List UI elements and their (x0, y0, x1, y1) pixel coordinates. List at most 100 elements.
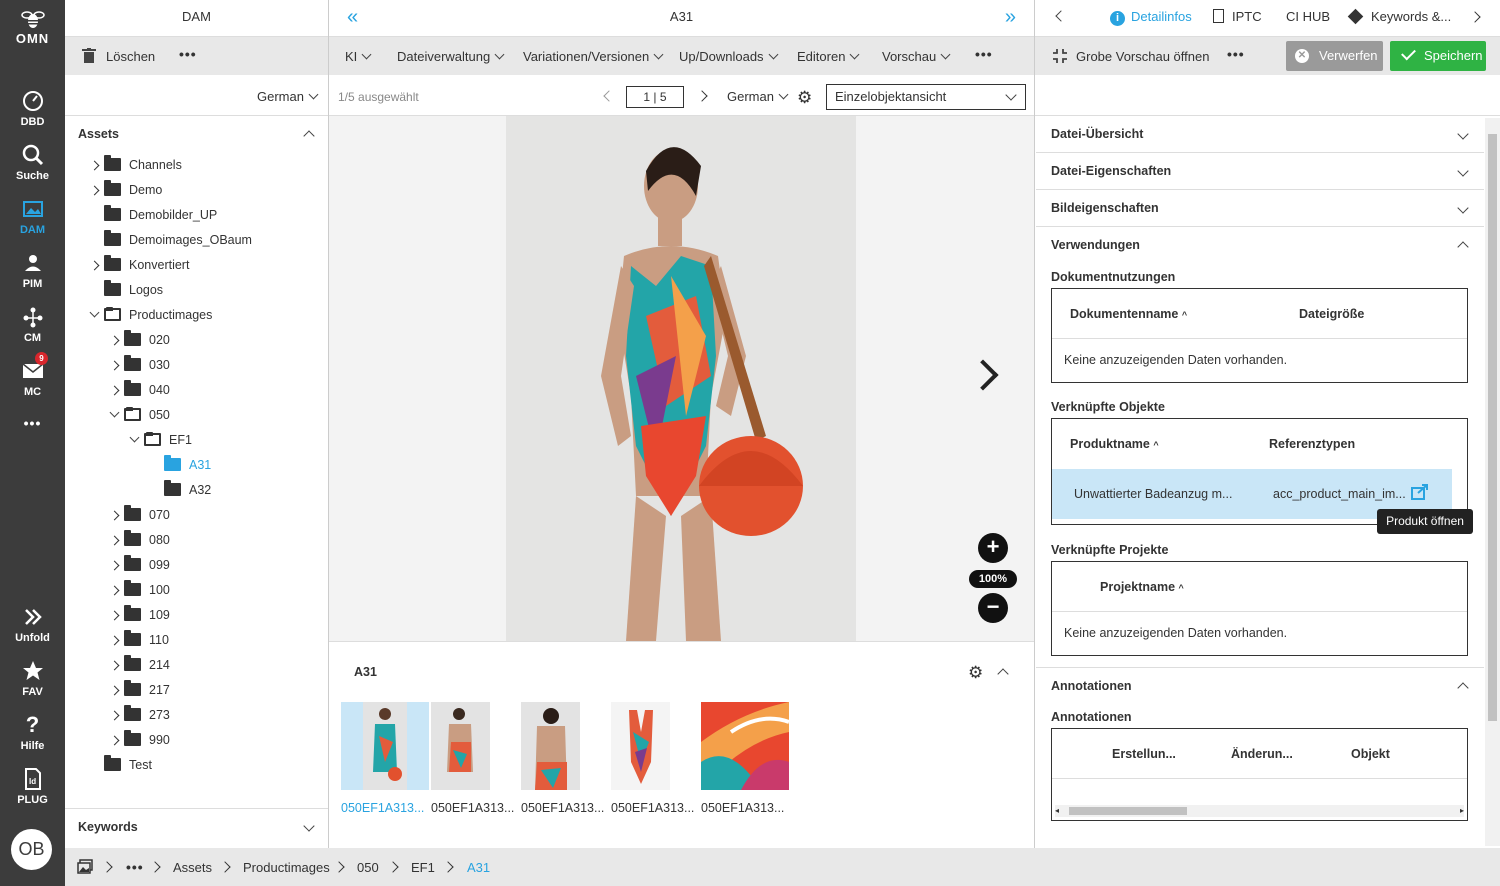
column-header-created[interactable]: Erstellun... (1112, 747, 1176, 761)
thumbnail-label[interactable]: 050EF1A313... (431, 801, 514, 815)
omn-logo[interactable]: OMN (0, 8, 65, 46)
column-header-reference-types[interactable]: Referenztypen (1269, 437, 1355, 451)
tree-item[interactable]: Demo (84, 179, 162, 201)
column-header-project-name[interactable]: Projektname ^ (1100, 580, 1184, 594)
collapse-left-icon[interactable]: « (347, 0, 358, 34)
chevron-down-icon[interactable] (84, 304, 104, 326)
avatar[interactable]: OB (11, 829, 52, 870)
tree-item[interactable]: Channels (84, 154, 182, 176)
chevron-right-icon[interactable] (104, 654, 124, 676)
tree-item[interactable]: 110 (104, 629, 169, 651)
open-preview-button[interactable]: Grobe Vorschau öffnen (1076, 49, 1209, 64)
product-image[interactable] (506, 116, 856, 641)
tree-item[interactable]: Logos (84, 279, 163, 301)
tree-item[interactable]: 214 (104, 654, 170, 676)
zoom-out-button[interactable]: − (978, 593, 1008, 623)
thumbnail[interactable] (341, 702, 429, 790)
thumbnail-label[interactable]: 050EF1A313... (341, 801, 424, 815)
chevron-right-icon[interactable] (104, 579, 124, 601)
breadcrumb-item[interactable]: Assets (173, 860, 212, 875)
more-icon[interactable]: ••• (975, 46, 993, 62)
tab-iptc[interactable]: IPTC (1213, 9, 1262, 24)
gallery-icon[interactable] (77, 859, 93, 877)
chevron-right-icon[interactable] (84, 254, 104, 276)
nav-item-dam[interactable]: DAM (0, 192, 65, 246)
chevron-right-icon[interactable] (104, 329, 124, 351)
chevron-right-icon[interactable] (104, 604, 124, 626)
more-icon[interactable]: ••• (126, 859, 144, 875)
scrollbar-thumb[interactable] (1488, 134, 1497, 721)
chevron-right-icon[interactable] (104, 379, 124, 401)
nav-item-dbd[interactable]: DBD (0, 84, 65, 138)
thumbnail-label[interactable]: 050EF1A313... (611, 801, 694, 815)
nav-more-button[interactable]: ••• (0, 412, 65, 466)
save-button[interactable]: Speichern (1390, 41, 1486, 71)
tree-item[interactable]: A32 (144, 479, 211, 501)
tree-item[interactable]: Konvertiert (84, 254, 189, 276)
tree-item[interactable]: Productimages (84, 304, 212, 326)
nav-item-unfold[interactable]: Unfold (0, 600, 65, 654)
expand-right-icon[interactable]: » (1005, 0, 1016, 34)
chevron-down-icon[interactable] (104, 404, 124, 426)
tree-item[interactable]: 273 (104, 704, 170, 726)
more-icon[interactable]: ••• (1227, 46, 1245, 62)
toolbar-menu-1[interactable]: Dateiverwaltung (397, 49, 505, 64)
gear-icon[interactable]: ⚙ (968, 663, 983, 683)
column-header-file-size[interactable]: Dateigröße (1299, 307, 1364, 321)
thumbnail[interactable] (521, 702, 609, 790)
tree-item[interactable]: EF1 (124, 429, 192, 451)
nav-item-fav[interactable]: FAV (0, 654, 65, 708)
tab-ci-hub[interactable]: CI HUB (1286, 9, 1330, 24)
toolbar-menu-4[interactable]: Editoren (797, 49, 860, 64)
section-file-properties[interactable]: Datei-Eigenschaften (1036, 153, 1484, 190)
chevron-right-icon[interactable] (104, 554, 124, 576)
tab-keywords[interactable]: Keywords &... (1347, 8, 1451, 25)
chevron-right-icon[interactable] (104, 504, 124, 526)
column-header-object[interactable]: Objekt (1351, 747, 1390, 761)
tree-item[interactable]: Test (84, 754, 152, 776)
page-indicator[interactable]: 1 | 5 (626, 86, 684, 108)
toolbar-menu-0[interactable]: KI (345, 49, 372, 64)
trash-icon[interactable] (82, 48, 96, 67)
tree-item[interactable]: 030 (104, 354, 170, 376)
tab-detailinfos[interactable]: i Detailinfos (1110, 9, 1192, 26)
tree-item[interactable]: 040 (104, 379, 170, 401)
next-image-icon[interactable] (967, 359, 999, 391)
chevron-right-icon[interactable] (104, 729, 124, 751)
nav-item-cm[interactable]: CM (0, 300, 65, 354)
scroll-left-icon[interactable]: ◂ (1055, 805, 1059, 817)
prev-page-icon[interactable] (603, 90, 615, 102)
tree-item[interactable]: Demobilder_UP (84, 204, 217, 226)
delete-button[interactable]: Löschen (106, 49, 155, 64)
chevron-right-icon[interactable] (104, 679, 124, 701)
column-header-product-name[interactable]: Produktname ^ (1070, 437, 1159, 451)
chevron-right-icon[interactable] (104, 629, 124, 651)
column-header-document-name[interactable]: Dokumentenname ^ (1070, 307, 1187, 321)
scrollbar-thumb[interactable] (1069, 807, 1187, 815)
open-product-icon[interactable] (1411, 484, 1429, 503)
section-file-overview[interactable]: Datei-Übersicht (1036, 116, 1484, 153)
breadcrumb-item[interactable]: 050 (357, 860, 379, 875)
nav-item-hilfe[interactable]: ? Hilfe (0, 708, 65, 762)
assets-header[interactable]: Assets (78, 127, 119, 141)
section-annotations[interactable]: Annotationen (1036, 668, 1484, 705)
more-icon[interactable]: ••• (179, 46, 197, 62)
tree-item[interactable]: A31 (144, 454, 211, 476)
view-mode-select[interactable]: Einzelobjektansicht (826, 84, 1026, 110)
tree-item[interactable]: 990 (104, 729, 170, 751)
chevron-up-icon[interactable] (997, 668, 1009, 680)
nav-item-suche[interactable]: Suche (0, 138, 65, 192)
tab-scroll-right-icon[interactable] (1469, 11, 1481, 23)
chevron-right-icon[interactable] (104, 704, 124, 726)
tree-item[interactable]: 070 (104, 504, 170, 526)
language-select[interactable]: German (257, 89, 319, 104)
thumbnail-label[interactable]: 050EF1A313... (521, 801, 604, 815)
tab-scroll-left-icon[interactable] (1055, 10, 1067, 22)
chevron-right-icon[interactable] (104, 529, 124, 551)
chevron-right-icon[interactable] (84, 154, 104, 176)
thumbnail-label[interactable]: 050EF1A313... (701, 801, 784, 815)
keywords-header[interactable]: Keywords (78, 820, 138, 834)
tree-item[interactable]: 050 (104, 404, 170, 426)
chevron-down-icon[interactable] (303, 820, 315, 832)
column-header-modified[interactable]: Änderun... (1231, 747, 1293, 761)
